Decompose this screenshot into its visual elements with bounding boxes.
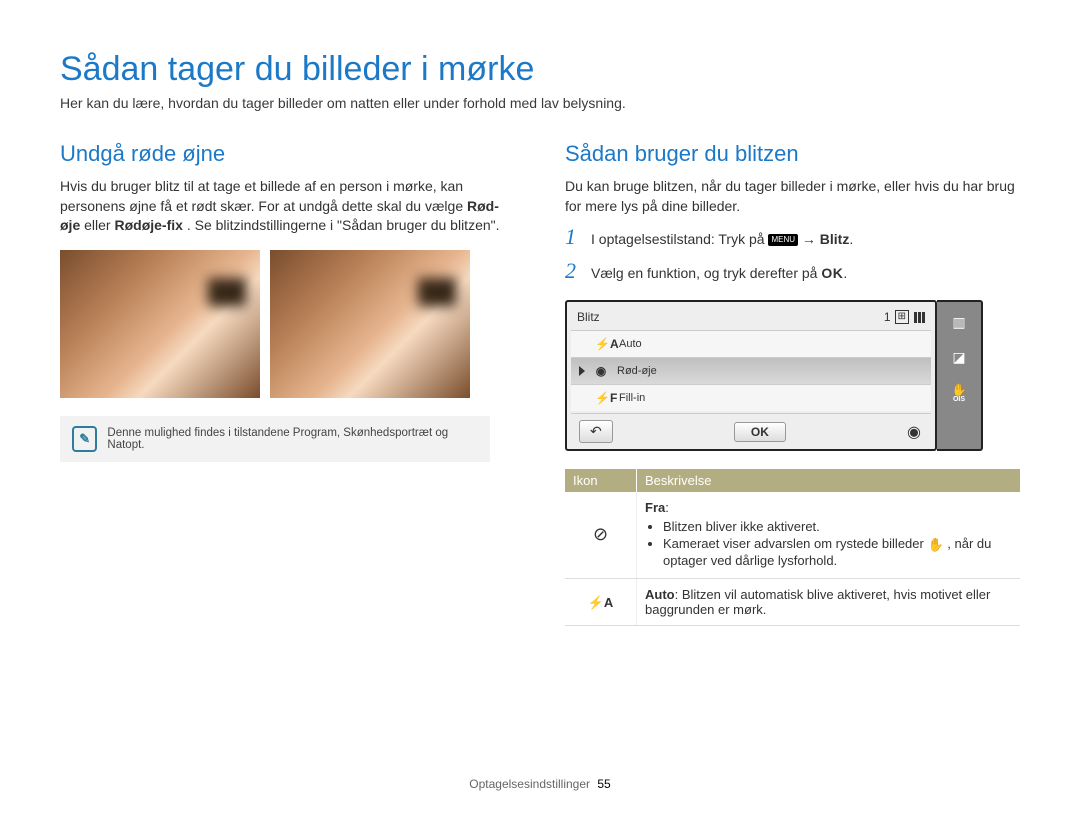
footer-page-number: 55 bbox=[597, 777, 610, 791]
note-icon: ✎ bbox=[72, 426, 97, 452]
row-desc-off: Fra: Blitzen bliver ikke aktiveret. Kame… bbox=[637, 492, 1021, 578]
screen-counter: 1 bbox=[884, 310, 891, 324]
arrow-icon: → bbox=[802, 231, 820, 247]
ois-icon: ✋ OIS bbox=[952, 384, 967, 403]
th-desc: Beskrivelse bbox=[637, 469, 1021, 492]
row-desc-auto: Auto: Blitzen vil automatisk blive aktiv… bbox=[637, 578, 1021, 625]
flash-description-table: Ikon Beskrivelse ⊘ Fra: Blitzen bliver i… bbox=[565, 469, 1020, 626]
left-para-post: . Se blitzindstillingerne i "Sådan bruge… bbox=[187, 217, 500, 233]
row-auto-desc: : Blitzen vil automatisk blive aktiveret… bbox=[645, 587, 990, 617]
step-2-dot: . bbox=[843, 265, 847, 281]
footer-section: Optagelsesindstillinger bbox=[469, 777, 590, 791]
step-1-dot: . bbox=[849, 231, 853, 247]
camera-screen: Blitz 1 ⊞ ⚡A Auto bbox=[565, 300, 985, 451]
table-row: ⚡A Auto: Blitzen vil automatisk blive ak… bbox=[565, 578, 1020, 625]
note-text: Denne mulighed findes i tilstandene Prog… bbox=[107, 427, 478, 451]
screen-title: Blitz bbox=[577, 310, 600, 324]
th-icon: Ikon bbox=[565, 469, 637, 492]
left-para-mid: eller bbox=[84, 217, 114, 233]
flash-auto-icon: ⚡A bbox=[595, 337, 611, 351]
example-photo-red-eye bbox=[60, 250, 260, 398]
left-bold-redeyefix: Rødøje-fix bbox=[114, 217, 182, 233]
menu-icon: MENU bbox=[768, 234, 798, 246]
flash-fillin-label: Fill-in bbox=[619, 392, 645, 404]
step-2-pre: Vælg en funktion, og tryk derefter på bbox=[591, 265, 821, 281]
row-icon-off: ⊘ bbox=[565, 492, 637, 578]
left-para-pre: Hvis du bruger blitz til at tage et bill… bbox=[60, 178, 467, 214]
right-column: Sådan bruger du blitzen Du kan bruge bli… bbox=[565, 141, 1020, 626]
flash-auto-row-icon: ⚡A bbox=[588, 595, 614, 610]
flash-redeye-label: Rød-øje bbox=[617, 365, 657, 377]
left-paragraph: Hvis du bruger blitz til at tage et bill… bbox=[60, 177, 515, 236]
row-off-bullet1: Blitzen bliver ikke aktiveret. bbox=[663, 519, 1012, 534]
flash-option-fillin[interactable]: ⚡F Fill-in bbox=[571, 384, 931, 411]
flash-auto-label: Auto bbox=[619, 338, 642, 350]
step-1: 1 I optagelsestilstand: Tryk på MENU → B… bbox=[565, 224, 1020, 250]
side-strip: ▥ ◪ ✋ OIS bbox=[937, 300, 983, 451]
heading-use-flash: Sådan bruger du blitzen bbox=[565, 141, 1020, 167]
flash-option-redeye[interactable]: ◉ Rød-øje bbox=[571, 357, 931, 384]
heading-avoid-red-eye: Undgå røde øjne bbox=[60, 141, 515, 167]
page-title: Sådan tager du billeder i mørke bbox=[60, 50, 1020, 89]
example-photo-corrected bbox=[270, 250, 470, 398]
example-photo-row bbox=[60, 250, 515, 398]
page-footer: Optagelsesindstillinger 55 bbox=[0, 777, 1080, 791]
row-icon-auto: ⚡A bbox=[565, 578, 637, 625]
ok-inline-icon: OK bbox=[821, 265, 843, 281]
row-off-b2a: Kameraet viser advarslen om rystede bill… bbox=[663, 536, 927, 551]
flash-redeye-icon: ◉ bbox=[593, 364, 609, 378]
battery-icon bbox=[913, 312, 925, 323]
step-1-pre: I optagelsestilstand: Tryk på bbox=[591, 231, 768, 247]
flash-off-icon: ⊘ bbox=[593, 524, 608, 544]
step-1-bold: Blitz bbox=[820, 231, 850, 247]
mode-icon: ◪ bbox=[952, 349, 965, 366]
shake-warning-icon: ✋ bbox=[927, 537, 943, 553]
histogram-icon: ▥ bbox=[952, 314, 965, 331]
row-off-title: Fra bbox=[645, 500, 665, 515]
left-column: Undgå røde øjne Hvis du bruger blitz til… bbox=[60, 141, 515, 626]
page-subtitle: Her kan du lære, hvordan du tager billed… bbox=[60, 95, 1020, 111]
ok-button[interactable]: OK bbox=[734, 422, 786, 442]
redeye-indicator-icon: ◉ bbox=[907, 422, 921, 442]
step-1-number: 1 bbox=[565, 224, 583, 250]
table-row: ⊘ Fra: Blitzen bliver ikke aktiveret. Ka… bbox=[565, 492, 1020, 578]
step-2-text: Vælg en funktion, og tryk derefter på OK… bbox=[591, 265, 847, 281]
aspect-icon: ⊞ bbox=[895, 310, 909, 324]
row-auto-title: Auto bbox=[645, 587, 675, 602]
back-button[interactable]: ↶ bbox=[579, 420, 613, 443]
right-paragraph: Du kan bruge blitzen, når du tager bille… bbox=[565, 177, 1020, 216]
ois-label: OIS bbox=[953, 396, 965, 403]
note-box: ✎ Denne mulighed findes i tilstandene Pr… bbox=[60, 416, 490, 462]
flash-option-list: ⚡A Auto ◉ Rød-øje ⚡F Fill-in bbox=[571, 330, 931, 411]
flash-option-auto[interactable]: ⚡A Auto bbox=[571, 330, 931, 357]
step-1-text: I optagelsestilstand: Tryk på MENU → Bli… bbox=[591, 231, 853, 247]
step-2-number: 2 bbox=[565, 258, 583, 284]
flash-fillin-icon: ⚡F bbox=[595, 391, 611, 405]
step-2: 2 Vælg en funktion, og tryk derefter på … bbox=[565, 258, 1020, 284]
row-off-bullet2: Kameraet viser advarslen om rystede bill… bbox=[663, 536, 1012, 568]
selection-marker-icon bbox=[579, 366, 585, 376]
